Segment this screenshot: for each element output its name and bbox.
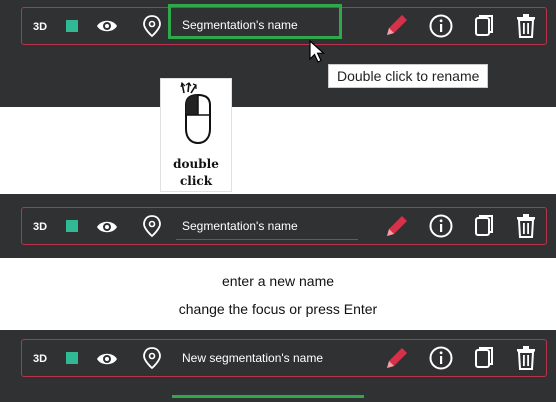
rename-tooltip: Double click to rename [328, 64, 489, 88]
name-input-underline [176, 239, 358, 240]
trash-icon[interactable] [515, 345, 537, 371]
location-pin-icon[interactable] [142, 346, 162, 370]
trash-icon[interactable] [515, 13, 537, 39]
location-pin-icon[interactable] [142, 214, 162, 238]
segmentation-row-2-panel: 3D Segmentation's name [0, 194, 556, 258]
visibility-eye-icon[interactable] [96, 218, 118, 236]
trash-icon[interactable] [515, 213, 537, 239]
location-pin-icon[interactable] [142, 14, 162, 38]
mouse-cursor-icon [309, 40, 327, 64]
name-saved-underline [172, 395, 364, 398]
info-icon[interactable] [429, 346, 453, 370]
pencil-icon[interactable] [384, 345, 410, 371]
segment-color-swatch[interactable] [66, 220, 78, 232]
visibility-eye-icon[interactable] [96, 350, 118, 368]
visibility-eye-icon[interactable] [96, 17, 118, 35]
double-click-text-2: click [179, 174, 213, 188]
caption-change-focus: change the focus or press Enter [178, 301, 378, 317]
copy-icon[interactable] [473, 14, 495, 38]
info-icon[interactable] [429, 214, 453, 238]
toggle-3d-button[interactable]: 3D [33, 18, 47, 36]
double-click-text-1: double [173, 157, 219, 171]
toggle-3d-button[interactable]: 3D [33, 350, 47, 368]
mouse-double-click-icon [178, 81, 218, 147]
segmentation-row-3-panel: 3D New segmentation's name [0, 330, 556, 402]
segmentation-name-input[interactable]: Segmentation's name [182, 215, 298, 237]
segment-color-swatch[interactable] [66, 352, 78, 364]
segmentation-row-1-panel: 3D Segmentation's name Double click to r… [0, 0, 556, 107]
pencil-icon[interactable] [384, 213, 410, 239]
caption-enter-name: enter a new name [221, 273, 335, 289]
pencil-icon[interactable] [384, 12, 410, 38]
segmentation-name-label[interactable]: Segmentation's name [182, 14, 298, 36]
info-icon[interactable] [429, 14, 453, 38]
double-click-illustration: double click [160, 78, 232, 192]
segment-color-swatch[interactable] [66, 20, 78, 32]
segmentation-name-label[interactable]: New segmentation's name [182, 347, 323, 369]
toggle-3d-button[interactable]: 3D [33, 218, 47, 236]
copy-icon[interactable] [473, 214, 495, 238]
copy-icon[interactable] [473, 346, 495, 370]
